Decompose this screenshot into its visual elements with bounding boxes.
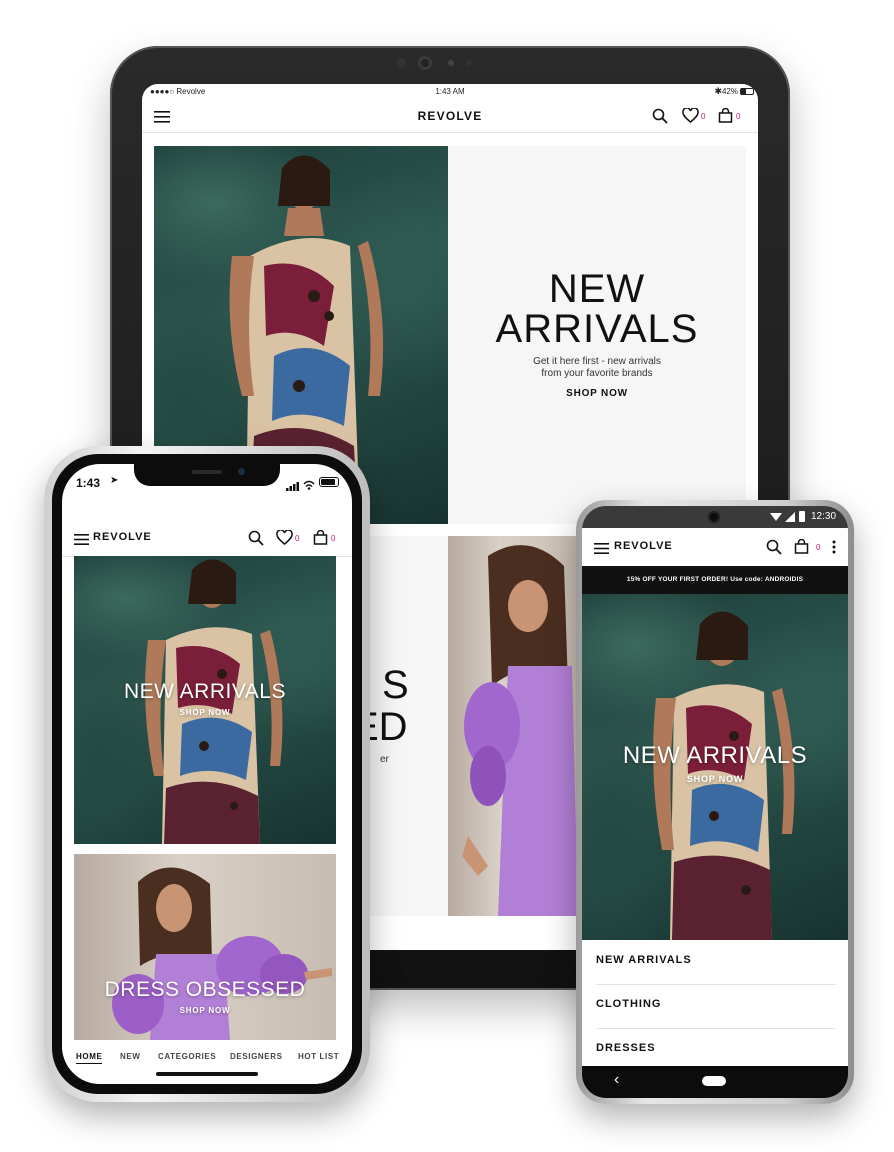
banner-shop-now-link[interactable]: SHOP NOW	[582, 774, 848, 784]
tablet-nav-bar: REVOLVE 0 0	[142, 100, 758, 133]
hero-headline-2: ARRIVALS	[495, 307, 699, 351]
tablet-camera	[396, 56, 504, 70]
banner-title: NEW ARRIVALS	[622, 742, 808, 769]
search-icon[interactable]	[248, 530, 264, 551]
tab-categories[interactable]: CATEGORIES	[158, 1052, 216, 1061]
tablet-status-bar: ●●●●○ Revolve 1:43 AM ✱ 42%	[142, 84, 758, 100]
iphone-tab-bar: HOME NEW CATEGORIES DESIGNERS HOT LIST	[62, 1040, 352, 1084]
signal-icon	[286, 478, 300, 496]
second-subtitle: er	[380, 754, 389, 765]
menu-item-label: NEW ARRIVALS	[596, 954, 692, 966]
lilac-dress-illustration	[462, 545, 578, 916]
camera-hole	[708, 511, 720, 523]
brand-logo[interactable]: REVOLVE	[614, 540, 673, 552]
bag-icon[interactable]	[313, 529, 328, 550]
promo-text: 15% OFF YOUR FIRST ORDER! Use code: ANDR…	[626, 576, 804, 583]
wifi-icon	[303, 477, 315, 495]
android-menu-list: NEW ARRIVALS CLOTHING DRESSES	[582, 940, 848, 1070]
tab-hot-list[interactable]: HOT LIST	[298, 1052, 339, 1061]
iphone-screen: 1:43 ➤ REVOLVE 0 0 NEW ARRIVALS SHOP NOW…	[62, 464, 352, 1084]
location-arrow-icon: ➤	[110, 475, 119, 486]
bag-icon[interactable]	[718, 107, 733, 128]
android-nav-bar: ‹	[582, 1066, 848, 1098]
tab-new[interactable]: NEW	[120, 1052, 140, 1061]
hero-subtitle-2: from your favorite brands	[541, 368, 653, 379]
heart-icon[interactable]	[682, 107, 699, 128]
wishlist-count: 0	[701, 112, 706, 121]
banner-new-arrivals[interactable]: NEW ARRIVALS SHOP NOW	[582, 594, 848, 940]
android-status-bar: 12:30	[582, 506, 848, 528]
iphone-device: 1:43 ➤ REVOLVE 0 0 NEW ARRIVALS SHOP NOW…	[44, 446, 370, 1102]
home-indicator[interactable]	[156, 1072, 258, 1076]
brand-logo[interactable]: REVOLVE	[93, 531, 152, 543]
banner2-title: DRESS OBSESSED	[104, 978, 306, 1001]
menu-item-dresses[interactable]: DRESSES	[596, 1028, 836, 1070]
battery-percent: 42%	[721, 87, 738, 96]
banner1-shop-now-link[interactable]: SHOP NOW	[74, 708, 336, 717]
android-screen: 12:30 REVOLVE 0 15% OFF YOUR FIRST ORDER…	[582, 506, 848, 1098]
banner1-title: NEW ARRIVALS	[124, 680, 286, 703]
search-icon[interactable]	[766, 539, 782, 560]
promo-banner[interactable]: 15% OFF YOUR FIRST ORDER! Use code: ANDR…	[582, 566, 848, 594]
menu-item-label: CLOTHING	[596, 998, 662, 1010]
bag-icon[interactable]	[794, 538, 809, 559]
home-pill-icon[interactable]	[702, 1076, 726, 1086]
back-icon[interactable]: ‹	[614, 1071, 619, 1089]
iphone-notch	[134, 464, 280, 486]
battery-icon	[799, 511, 805, 522]
battery-icon	[319, 477, 339, 487]
menu-item-clothing[interactable]: CLOTHING	[596, 984, 836, 1029]
android-app-bar: REVOLVE 0	[582, 528, 848, 567]
banner2-shop-now-link[interactable]: SHOP NOW	[74, 1006, 336, 1015]
cart-count: 0	[816, 543, 821, 552]
signal-icon	[785, 512, 795, 525]
menu-icon[interactable]	[594, 541, 609, 559]
banner-dress-obsessed[interactable]: DRESS OBSESSED SHOP NOW	[74, 854, 336, 1040]
second-headline-1: S	[382, 663, 409, 707]
menu-item-new-arrivals[interactable]: NEW ARRIVALS	[596, 940, 836, 985]
iphone-status-time: 1:43	[76, 476, 101, 490]
wifi-icon	[770, 512, 782, 525]
wishlist-count: 0	[295, 534, 300, 543]
iphone-nav-bar: REVOLVE 0 0	[62, 520, 352, 557]
android-status-time: 12:30	[811, 511, 837, 522]
banner-new-arrivals[interactable]: NEW ARRIVALS SHOP NOW	[74, 556, 336, 844]
cart-count: 0	[736, 112, 741, 121]
battery-icon	[740, 88, 754, 95]
second-image	[448, 536, 578, 916]
cart-count: 0	[331, 534, 336, 543]
search-icon[interactable]	[652, 108, 668, 129]
hero-headline-1: NEW	[548, 267, 646, 311]
status-time: 1:43 AM	[435, 87, 465, 96]
menu-icon[interactable]	[74, 532, 89, 550]
overflow-icon[interactable]	[832, 540, 836, 559]
heart-icon[interactable]	[276, 529, 293, 550]
tab-designers[interactable]: DESIGNERS	[230, 1052, 283, 1061]
tab-home[interactable]: HOME	[76, 1052, 103, 1064]
menu-item-label: DRESSES	[596, 1042, 656, 1054]
hero-shop-now-link[interactable]: SHOP NOW	[448, 388, 746, 399]
hero-subtitle-1: Get it here first - new arrivals	[533, 356, 661, 367]
bluetooth-icon: ✱	[714, 86, 722, 96]
